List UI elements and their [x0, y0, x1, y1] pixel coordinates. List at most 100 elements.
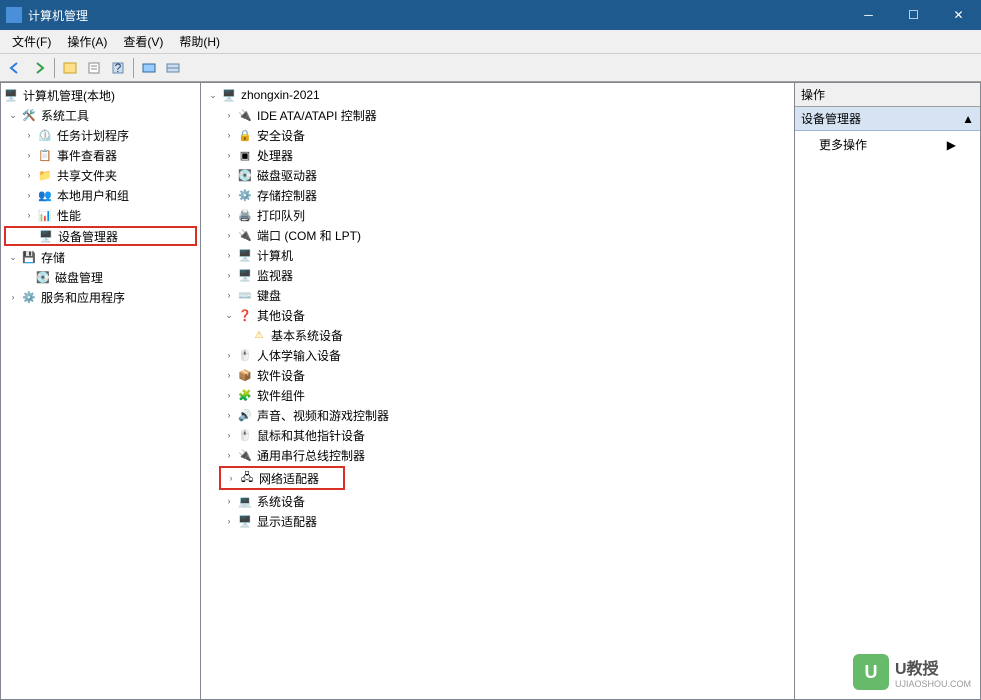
expand-icon[interactable]: › [223, 289, 235, 301]
expand-icon[interactable]: › [223, 109, 235, 121]
device-print-queue[interactable]: ›🖨️打印队列 [203, 205, 792, 225]
expand-icon[interactable]: › [223, 149, 235, 161]
device-disk-drive[interactable]: ›💽磁盘驱动器 [203, 165, 792, 185]
device-computer[interactable]: ›🖥️计算机 [203, 245, 792, 265]
management-tree: 🖥️ 计算机管理(本地) ⌄ 🛠️ 系统工具 › ⏲️ 任务计划程序 › 📋 事… [1, 83, 200, 309]
tree-task-scheduler[interactable]: › ⏲️ 任务计划程序 [3, 125, 198, 145]
computer-icon: 🖥️ [3, 87, 19, 103]
device-manager-icon: 🖥️ [38, 228, 54, 244]
menu-file[interactable]: 文件(F) [4, 31, 59, 52]
expand-icon[interactable]: › [223, 429, 235, 441]
tree-performance[interactable]: › 📊 性能 [3, 205, 198, 225]
printer-icon: 🖨️ [237, 207, 253, 223]
device-cpu[interactable]: ›▣处理器 [203, 145, 792, 165]
maximize-button[interactable]: ☐ [891, 0, 936, 30]
tree-event-viewer[interactable]: › 📋 事件查看器 [3, 145, 198, 165]
nav-forward-button[interactable] [28, 57, 50, 79]
watermark-badge: U [853, 654, 889, 690]
app-icon [6, 7, 22, 23]
device-base-system[interactable]: 基本系统设备 [203, 325, 792, 345]
tree-root-computer-management[interactable]: 🖥️ 计算机管理(本地) [3, 85, 198, 105]
expand-icon[interactable]: › [223, 189, 235, 201]
expand-icon[interactable]: › [223, 515, 235, 527]
titlebar: 计算机管理 ─ ☐ ✕ [0, 0, 981, 30]
collapse-icon[interactable]: ⌄ [7, 109, 19, 121]
expand-icon[interactable]: › [23, 209, 35, 221]
collapse-icon[interactable]: ⌄ [207, 89, 219, 101]
event-icon: 📋 [37, 147, 53, 163]
expand-icon[interactable]: › [223, 369, 235, 381]
minimize-button[interactable]: ─ [846, 0, 891, 30]
security-icon: 🔒 [237, 127, 253, 143]
computer-icon: 🖥️ [237, 247, 253, 263]
device-other[interactable]: ⌄❓其他设备 [203, 305, 792, 325]
device-ide[interactable]: ›🔌IDE ATA/ATAPI 控制器 [203, 105, 792, 125]
device-soft-components[interactable]: ›🧩软件组件 [203, 385, 792, 405]
device-mouse[interactable]: ›🖱️鼠标和其他指针设备 [203, 425, 792, 445]
device-software[interactable]: ›📦软件设备 [203, 365, 792, 385]
properties-button[interactable] [83, 57, 105, 79]
expand-icon[interactable]: › [223, 349, 235, 361]
port-icon: 🔌 [237, 227, 253, 243]
device-monitor[interactable]: ›🖥️监视器 [203, 265, 792, 285]
device-storage-ctrl[interactable]: ›⚙️存储控制器 [203, 185, 792, 205]
show-hide-tree-button[interactable] [59, 57, 81, 79]
center-panel: ⌄ 🖥️ zhongxin-2021 ›🔌IDE ATA/ATAPI 控制器 ›… [200, 82, 795, 700]
expand-icon[interactable]: › [223, 129, 235, 141]
expand-icon[interactable]: › [223, 449, 235, 461]
shared-folder-icon: 📁 [37, 167, 53, 183]
expand-icon[interactable]: › [7, 291, 19, 303]
tree-system-tools[interactable]: ⌄ 🛠️ 系统工具 [3, 105, 198, 125]
watermark-text-cn: U教授 [895, 655, 971, 679]
device-root[interactable]: ⌄ 🖥️ zhongxin-2021 [203, 85, 792, 105]
expand-icon[interactable]: › [223, 269, 235, 281]
expand-icon[interactable]: › [223, 229, 235, 241]
tree-services-apps[interactable]: › ⚙️ 服务和应用程序 [3, 287, 198, 307]
view-resources-button[interactable] [162, 57, 184, 79]
device-usb[interactable]: ›🔌通用串行总线控制器 [203, 445, 792, 465]
device-display[interactable]: ›🖥️显示适配器 [203, 511, 792, 531]
expand-icon[interactable]: › [223, 209, 235, 221]
expand-icon[interactable]: › [23, 149, 35, 161]
nav-back-button[interactable] [4, 57, 26, 79]
expand-icon[interactable]: › [223, 169, 235, 181]
device-audio[interactable]: ›🔊声音、视频和游戏控制器 [203, 405, 792, 425]
toolbar-separator [133, 58, 134, 78]
device-ports[interactable]: ›🔌端口 (COM 和 LPT) [203, 225, 792, 245]
device-system[interactable]: ›💻系统设备 [203, 491, 792, 511]
keyboard-icon: ⌨️ [237, 287, 253, 303]
actions-section-device-manager[interactable]: 设备管理器 ▲ [795, 107, 980, 131]
help-button[interactable]: ? [107, 57, 129, 79]
expand-icon[interactable]: › [23, 189, 35, 201]
expand-icon[interactable]: › [223, 495, 235, 507]
device-keyboard[interactable]: ›⌨️键盘 [203, 285, 792, 305]
expand-icon[interactable]: › [223, 389, 235, 401]
expand-icon[interactable]: › [23, 169, 35, 181]
warning-icon [251, 327, 267, 343]
collapse-icon[interactable]: ⌄ [223, 309, 235, 321]
tree-device-manager[interactable]: 🖥️ 设备管理器 [4, 226, 197, 246]
system-device-icon: 💻 [237, 493, 253, 509]
device-hid[interactable]: ›🖱️人体学输入设备 [203, 345, 792, 365]
menu-help[interactable]: 帮助(H) [171, 31, 228, 52]
tree-local-users[interactable]: › 👥 本地用户和组 [3, 185, 198, 205]
monitor-icon: 🖥️ [237, 267, 253, 283]
chevron-right-icon: ▶ [947, 138, 956, 152]
expand-icon[interactable]: › [225, 472, 237, 484]
close-button[interactable]: ✕ [936, 0, 981, 30]
menu-action[interactable]: 操作(A) [59, 31, 115, 52]
collapse-icon[interactable]: ⌄ [7, 251, 19, 263]
tree-storage[interactable]: ⌄ 💾 存储 [3, 247, 198, 267]
menu-view[interactable]: 查看(V) [115, 31, 171, 52]
actions-more[interactable]: 更多操作 ▶ [795, 131, 980, 158]
device-network-adapter[interactable]: ›🖧网络适配器 [221, 468, 343, 488]
device-security[interactable]: ›🔒安全设备 [203, 125, 792, 145]
network-icon: 🖧 [239, 470, 255, 486]
expand-icon[interactable]: › [23, 129, 35, 141]
tree-shared-folders[interactable]: › 📁 共享文件夹 [3, 165, 198, 185]
display-adapter-icon: 🖥️ [237, 513, 253, 529]
expand-icon[interactable]: › [223, 249, 235, 261]
expand-icon[interactable]: › [223, 409, 235, 421]
tree-disk-management[interactable]: 💽 磁盘管理 [3, 267, 198, 287]
view-devices-button[interactable] [138, 57, 160, 79]
